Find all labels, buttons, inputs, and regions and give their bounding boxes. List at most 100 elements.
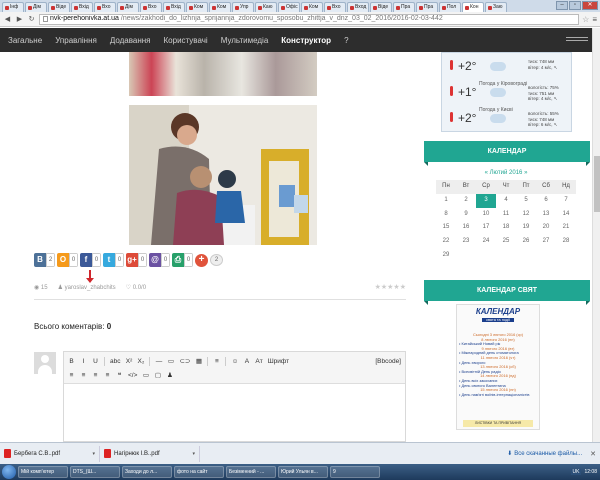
taskbar-window-button[interactable]: DTS_(Ш... xyxy=(70,466,120,478)
editor-tool-button[interactable]: X² xyxy=(125,358,133,365)
nav-item[interactable]: Мультимедіа xyxy=(221,36,269,45)
editor-tool-button[interactable]: ❝ xyxy=(116,371,123,379)
taskbar-window-button[interactable]: Безіменний - ... xyxy=(226,466,276,478)
back-icon[interactable]: ◀ xyxy=(3,15,12,24)
article-photo-children-washing[interactable] xyxy=(129,105,317,245)
calendar-day[interactable]: 28 xyxy=(556,235,576,249)
editor-tool-button[interactable]: ≡ xyxy=(68,372,75,379)
maximize-button[interactable]: ▫ xyxy=(569,1,581,10)
rating-stars[interactable]: ★★★★★ xyxy=(375,283,406,291)
editor-tool-button[interactable]: ▭ xyxy=(167,357,174,365)
holidays-widget[interactable]: КАЛЕНДАР свята та події Сьогодні 3 лютог… xyxy=(456,304,540,430)
calendar-day[interactable]: 3 xyxy=(476,193,496,208)
calendar-day[interactable]: 13 xyxy=(536,208,556,222)
close-window-button[interactable]: ✕ xyxy=(582,1,598,10)
scrollbar-thumb[interactable] xyxy=(594,156,600,212)
share-button[interactable]: f0 xyxy=(80,253,101,267)
editor-tool-button[interactable]: ▢ xyxy=(154,371,161,379)
editor-tool-button[interactable]: ≡ xyxy=(104,372,111,379)
language-indicator[interactable]: UK xyxy=(570,469,582,475)
nav-item[interactable]: Управління xyxy=(55,36,97,45)
calendar-day[interactable]: 4 xyxy=(496,194,516,208)
browser-tab[interactable]: Вхо xyxy=(94,2,116,12)
share-button[interactable]: g+ 0 xyxy=(126,253,147,267)
bookmark-star-icon[interactable]: ☆ xyxy=(582,15,589,24)
url-field[interactable]: nvk-perehonivka.at.ua/news/zakhodi_do_li… xyxy=(39,13,580,25)
calendar-day[interactable]: 21 xyxy=(556,221,576,235)
taskbar-window-button[interactable]: Заходи до л... xyxy=(122,466,172,478)
editor-tool-button[interactable]: B xyxy=(68,358,75,365)
calendar-day[interactable]: 18 xyxy=(496,221,516,235)
calendar-day[interactable]: 15 xyxy=(436,221,456,235)
page-scrollbar[interactable] xyxy=(592,28,600,442)
browser-tab[interactable]: Ком xyxy=(209,2,231,12)
download-item[interactable]: Нагірнюк І.В..pdf ▾ xyxy=(104,445,200,462)
browser-menu-icon[interactable]: ≡ xyxy=(592,15,597,24)
minimize-button[interactable]: – xyxy=(556,1,568,10)
calendar-day[interactable]: 11 xyxy=(496,208,516,222)
browser-tab[interactable]: Пра xyxy=(416,2,438,12)
browser-tab[interactable]: Дім xyxy=(117,2,139,12)
editor-tool-button[interactable]: Шрифт xyxy=(268,358,289,365)
browser-tab[interactable]: Ком xyxy=(301,2,323,12)
browser-tab[interactable]: Вхід xyxy=(71,2,93,12)
nav-item[interactable]: Користувачі xyxy=(164,36,208,45)
browser-tab[interactable]: Віде xyxy=(370,2,392,12)
calendar-day[interactable]: 9 xyxy=(456,208,476,222)
share-button[interactable]: O0 xyxy=(57,253,78,267)
editor-tool-button[interactable]: ▦ xyxy=(195,357,202,365)
editor-tool-button[interactable]: ≡ xyxy=(213,358,220,365)
browser-tab[interactable]: Інф xyxy=(2,2,24,12)
reload-icon[interactable]: ↻ xyxy=(27,15,36,24)
calendar-day[interactable]: 23 xyxy=(456,235,476,249)
calendar-day[interactable]: 29 xyxy=(436,249,456,263)
share-button[interactable]: ⎙ 0 xyxy=(172,253,193,267)
calendar-day[interactable]: 8 xyxy=(436,208,456,222)
browser-tab[interactable]: Пол xyxy=(439,2,461,12)
browser-tab[interactable]: Упр xyxy=(232,2,254,12)
calendar-day[interactable]: 2 xyxy=(456,194,476,208)
browser-tab[interactable]: Вход xyxy=(347,2,369,12)
editor-tool-button[interactable]: U xyxy=(92,358,99,365)
nav-menu-icon[interactable] xyxy=(566,37,588,41)
editor-tool-button[interactable]: I xyxy=(80,358,87,365)
editor-tool-button[interactable]: ≡ xyxy=(80,372,87,379)
download-menu-icon[interactable]: ▾ xyxy=(92,451,95,457)
browser-tab[interactable]: Пра xyxy=(393,2,415,12)
share-button[interactable]: t0 xyxy=(103,253,124,267)
calendar-day[interactable]: 14 xyxy=(556,208,576,222)
calendar-day[interactable]: 12 xyxy=(516,208,536,222)
nav-item[interactable]: ? xyxy=(344,36,348,45)
calendar-day[interactable]: 7 xyxy=(556,194,576,208)
browser-tab[interactable]: Дім xyxy=(25,2,47,12)
comment-editor[interactable]: B I Uabc X² X₂ — ▭ ⊂⊃ ▦ ≡ ☺ A Aᴛ Шрифт [Bbcode] ≡ ≡ ≡ ≡ ❝ <… xyxy=(63,351,406,442)
calendar-day[interactable]: 17 xyxy=(476,221,496,235)
browser-tab[interactable]: Ком xyxy=(186,2,208,12)
holiday-name[interactable]: • День пам'яті воїнів-інтернаціоналістів xyxy=(459,392,537,398)
editor-tool-button[interactable]: </> xyxy=(128,372,137,379)
share-more-icon[interactable]: + xyxy=(195,253,208,267)
taskbar-window-button[interactable]: фото на сайт xyxy=(174,466,224,478)
editor-tool-button[interactable]: [Bbcode] xyxy=(375,358,401,365)
calendar-next-button[interactable]: » xyxy=(524,170,527,176)
share-button[interactable]: В2 xyxy=(34,253,55,267)
calendar-day[interactable]: 27 xyxy=(536,235,556,249)
download-item[interactable]: Бербега С.В..pdf ▾ xyxy=(4,445,100,462)
editor-tool-button[interactable]: Aᴛ xyxy=(255,358,262,365)
editor-tool-button[interactable]: ▭ xyxy=(142,371,149,379)
calendar-day[interactable]: 25 xyxy=(496,235,516,249)
editor-tool-button[interactable]: abc xyxy=(110,358,120,365)
calendar-day[interactable]: 10 xyxy=(476,208,496,222)
calendar-day[interactable]: 6 xyxy=(536,194,556,208)
browser-tab[interactable]: Каю xyxy=(255,2,277,12)
nav-item[interactable]: Загальне xyxy=(8,36,42,45)
author-link[interactable]: ♟ yaroslav_zhabchits xyxy=(58,284,116,291)
calendar-day[interactable]: 19 xyxy=(516,221,536,235)
browser-tab[interactable]: Вхо xyxy=(324,2,346,12)
close-download-bar-icon[interactable]: ✕ xyxy=(590,450,596,458)
nav-item[interactable]: Конструктор xyxy=(281,36,331,45)
editor-tool-button[interactable]: A xyxy=(243,358,250,365)
browser-tab[interactable]: Кон xyxy=(462,2,484,12)
taskbar-window-button[interactable]: 9 xyxy=(330,466,380,478)
nav-item[interactable]: Додавання xyxy=(110,36,151,45)
